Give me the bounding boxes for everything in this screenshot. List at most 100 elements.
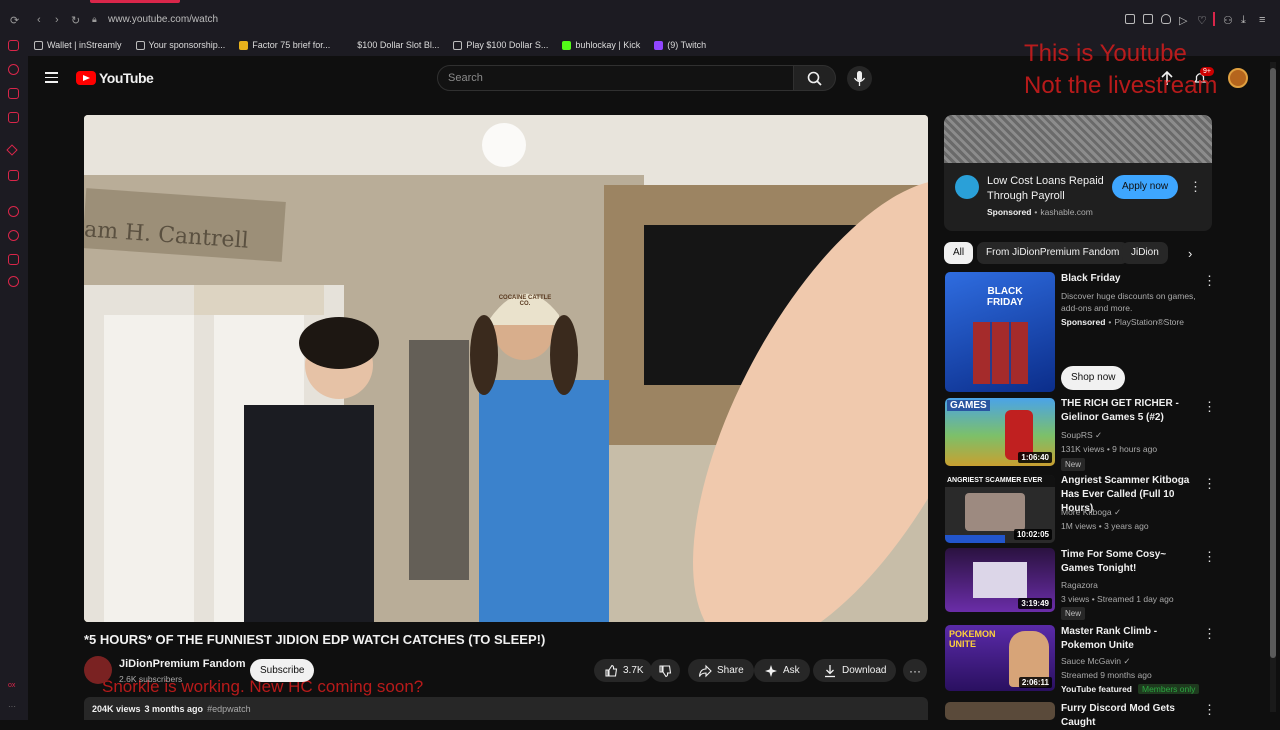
like-button[interactable]: 3.7K [594,659,652,682]
account-icon[interactable]: ⚇ [1223,14,1233,27]
more-vert-icon[interactable]: ⋮ [1203,549,1216,565]
more-vert-icon[interactable]: ⋮ [1203,399,1216,415]
bookmark-item[interactable]: Your sponsorship... [135,40,226,50]
rec-stats: 131K views • 9 hours ago [1061,444,1158,454]
channel-avatar[interactable] [84,656,112,684]
bookmark-label: Factor 75 brief for... [252,40,331,50]
heart-icon[interactable]: ♡ [1197,14,1207,27]
chip-jidion[interactable]: JiDion [1122,242,1168,264]
sidebar-app-icon[interactable] [8,170,19,181]
video-thumbnail[interactable]: POKEMON UNITE 2:06:11 [945,625,1055,691]
rec-channel[interactable]: SoupRS ✓ [1061,430,1102,441]
video-thumbnail[interactable]: GAMES 1:06:40 [945,398,1055,466]
bookmark-label: $100 Dollar Slot Bl... [357,40,440,50]
bookmark-icon[interactable] [1143,14,1153,24]
refresh-sidebar-icon[interactable]: ⟳ [10,14,19,27]
rec-channel[interactable]: More Kitboga ✓ [1061,507,1121,518]
chevron-right-icon[interactable]: › [1188,246,1192,261]
search-input[interactable]: Search [437,65,794,91]
rec-title[interactable]: Time For Some Cosy~ Games Tonight! [1061,548,1201,576]
play-icon[interactable]: ▷ [1179,14,1187,27]
bookmark-item[interactable]: buhlockay | Kick [562,40,640,50]
page-scrollbar[interactable] [1270,62,1276,712]
browser-toolbar: ⟳ ‹ › ↻ 🔒︎ www.youtube.com/watch ▷ ♡ ⚇ ⤓… [0,0,1280,34]
more-vert-icon[interactable]: ⋮ [1203,702,1216,718]
address-bar[interactable]: www.youtube.com/watch [108,14,218,25]
shield-icon[interactable] [1161,14,1171,24]
thumb-person [965,493,1025,531]
thumb-banner [945,535,1005,543]
menu-icon[interactable]: ≡ [1259,14,1265,26]
sidebar-app-icon[interactable] [8,112,19,123]
more-horizontal-icon: ··· [909,663,921,678]
share-button[interactable]: Share [688,659,754,682]
channel-name[interactable]: JiDionPremium Fandom [119,658,246,670]
search-icon [807,71,822,86]
duration-badge: 2:06:11 [1018,677,1052,688]
bookmark-item[interactable]: Wallet | inStreamly [34,40,122,50]
promo-title[interactable]: Black Friday [1061,272,1201,286]
rec-channel-name: More Kitboga [1061,507,1112,517]
sidebar-app-icon[interactable] [8,206,19,217]
promo-cta-button[interactable]: Shop now [1061,366,1126,390]
hamburger-menu-icon[interactable] [45,72,58,83]
chip-from-channel[interactable]: From JiDionPremium Fandom [977,242,1129,264]
ad-logo [955,175,979,199]
sidebar-app-icon[interactable] [8,230,19,241]
dislike-button[interactable] [650,659,680,682]
video-thumbnail[interactable]: 3:19:49 [945,548,1055,612]
sidebar-app-icon[interactable] [8,64,19,75]
more-vert-icon[interactable]: ⋮ [1203,626,1216,642]
back-icon[interactable]: ‹ [37,14,41,26]
rec-title[interactable]: Master Rank Climb - Pokemon Unite [1061,625,1201,653]
bookmark-item[interactable]: $100 Dollar Slot Bl... [344,40,439,50]
chip-all[interactable]: All [944,242,974,264]
promo-thumbnail[interactable]: BLACK FRIDAY [945,272,1055,392]
bookmark-label: Play $100 Dollar S... [466,40,549,50]
rec-channel[interactable]: Sauce McGavin ✓ [1061,656,1131,667]
ad-cta-button[interactable]: Apply now [1112,175,1179,199]
sparkle-icon [765,664,777,677]
subscribe-button[interactable]: Subscribe [250,659,315,682]
video-player[interactable]: am H. Cantrell COCAINE CATTLE CO. [84,115,928,622]
bookmark-label: Your sponsorship... [148,40,226,50]
download-icon[interactable]: ⤓ [1241,14,1246,27]
video-thumbnail[interactable]: ANGRIEST SCAMMER EVER 10:02:05 [945,475,1055,543]
avatar[interactable] [1228,68,1248,88]
bookmark-item[interactable]: (9) Twitch [654,40,706,50]
sidebar-app-icon[interactable] [8,254,19,265]
download-button[interactable]: Download [813,659,897,682]
sidebar-app-icon[interactable] [8,88,19,99]
download-icon [825,664,835,677]
youtube-logo[interactable]: YouTube [76,70,154,86]
rec-channel[interactable]: Ragazora [1061,580,1098,590]
ad-title[interactable]: Low Cost Loans Repaid Through Payroll [987,174,1105,204]
more-vert-icon[interactable]: ⋮ [1203,476,1216,492]
video-thumbnail[interactable] [945,702,1055,720]
sidebar-app-icon[interactable] [6,144,18,156]
sidebar-more-icon[interactable]: ··· [8,702,16,711]
more-actions-button[interactable]: ··· [903,659,927,682]
reload-icon[interactable]: ↻ [71,14,80,27]
pin-icon[interactable] [1125,14,1135,24]
bookmark-item[interactable]: Factor 75 brief for... [239,40,330,50]
bookmark-item[interactable]: Play $100 Dollar S... [453,40,548,50]
scrollbar-thumb[interactable] [1270,68,1276,658]
bookmark-favicon-icon [34,40,43,50]
forward-icon[interactable]: › [55,14,59,26]
like-count: 3.7K [623,665,644,676]
rec-title[interactable]: THE RICH GET RICHER - Gielinor Games 5 (… [1061,397,1201,425]
bookmark-label: Wallet | inStreamly [47,40,122,50]
voice-search-button[interactable] [847,66,872,91]
search-button[interactable] [794,65,836,91]
sidebar-footer-icon[interactable]: ox [8,682,15,689]
sidebar-app-icon[interactable] [8,40,19,51]
rec-stats: 3 views • Streamed 1 day ago [1061,594,1174,604]
more-vert-icon[interactable]: ⋮ [1189,179,1202,195]
settings-icon[interactable] [8,276,19,287]
more-vert-icon[interactable]: ⋮ [1203,273,1216,289]
hashtag[interactable]: #edpwatch [207,704,251,714]
rec-title[interactable]: Furry Discord Mod Gets Caught [1061,702,1201,730]
members-only-badge: Members only [1138,684,1200,694]
ask-button[interactable]: Ask [754,659,810,682]
